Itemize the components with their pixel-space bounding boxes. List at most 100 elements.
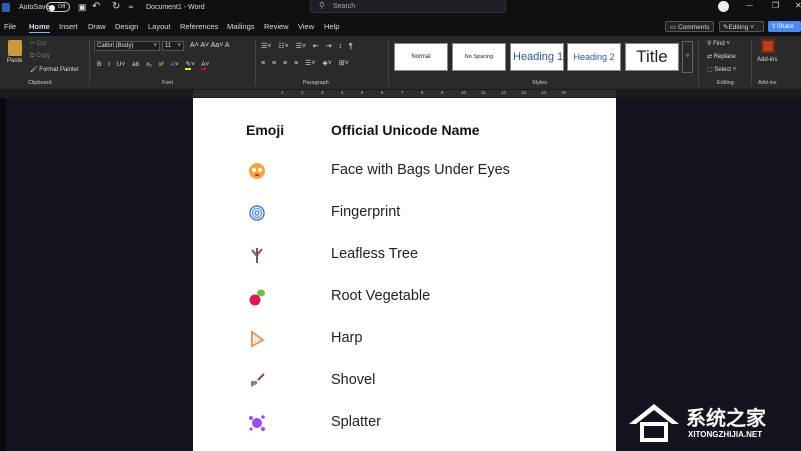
styles-more-button[interactable]: ▿	[682, 41, 693, 73]
font-size-buttons[interactable]: A˄ A˅ Aa˅ A	[190, 42, 230, 49]
restore-icon[interactable]: ❐	[772, 1, 779, 10]
tab-review[interactable]: Review	[264, 22, 289, 31]
splatter-icon	[249, 415, 265, 431]
unicode-name: Fingerprint	[331, 204, 401, 220]
replace-button[interactable]: ⇄ Replace	[707, 53, 736, 60]
ruler-number: 12	[501, 90, 507, 95]
paste-icon[interactable]	[8, 40, 22, 56]
unicode-name: Splatter	[331, 414, 381, 430]
document-page[interactable]: Emoji Official Unicode Name Face with Ba…	[193, 98, 616, 451]
unicode-name: Leafless Tree	[331, 246, 419, 262]
comments-label: Comments	[677, 24, 710, 31]
tab-insert[interactable]: Insert	[59, 22, 78, 31]
search-icon: ⚲	[319, 1, 325, 10]
unicode-name: Root Vegetable	[331, 288, 431, 304]
ribbon: Paste ✂ Cut ⧉ Copy 🖌 Format Painter Clip…	[0, 36, 801, 89]
editing-group-label: Editing	[717, 80, 734, 86]
font-group-label: Font	[162, 80, 174, 86]
header-unicode-name: Official Unicode Name	[331, 122, 480, 138]
cut-button[interactable]: ✂ Cut	[30, 40, 46, 47]
tab-file[interactable]: File	[4, 22, 16, 31]
root-vegetable-icon	[249, 289, 265, 306]
tab-draw[interactable]: Draw	[88, 22, 106, 31]
ruler-number: 7	[401, 90, 404, 95]
save-icon[interactable]: ▣	[78, 2, 87, 13]
ruler-number: 13	[521, 90, 527, 95]
watermark-logo: 系统之家 XITONGZHIJIA.NET	[620, 392, 801, 451]
add-ins-button[interactable]: Add-ins	[757, 57, 777, 63]
redo-icon[interactable]: ↻	[112, 1, 120, 12]
watermark-cn: 系统之家	[686, 408, 766, 430]
share-label: Share	[776, 23, 794, 30]
harp-icon	[251, 330, 265, 348]
style-no-spacing[interactable]: No Spacing	[452, 43, 506, 71]
paragraph-align-buttons[interactable]: ≡ ≡ ≡ ≡ ☰˅ ◈˅ ⊞˅	[261, 59, 349, 67]
copy-button[interactable]: ⧉ Copy	[30, 53, 50, 60]
shovel-icon	[251, 373, 265, 387]
select-button[interactable]: ⬚ Select ˅	[707, 66, 736, 73]
font-name-select[interactable]: Calibri (Body) ˅	[94, 41, 160, 51]
font-format-buttons[interactable]: B I U˅ ab x₂ x² A˅ ✎˅ A˅	[97, 60, 209, 70]
ruler-number: 1	[281, 90, 284, 95]
style-heading-1[interactable]: Heading 1	[510, 43, 564, 71]
undo-icon[interactable]: ↶	[92, 1, 100, 12]
comments-button[interactable]: ▭ Comments	[665, 21, 714, 32]
ribbon-tabs: File Home Insert Draw Design Layout Refe…	[0, 16, 801, 36]
ruler-number: 14	[541, 90, 547, 95]
tab-layout[interactable]: Layout	[148, 22, 171, 31]
paste-button[interactable]: Paste	[7, 58, 22, 64]
vertical-ruler	[0, 98, 6, 451]
autosave-toggle[interactable]: Off	[46, 2, 70, 12]
ruler-track[interactable]: 1 2 3 4 5 6 7 8 9 10 11 12 13 14 15	[193, 90, 616, 97]
table-row: Fingerprint	[193, 204, 616, 224]
unicode-name: Shovel	[331, 372, 376, 388]
add-ins-group-label: Add-ins	[758, 80, 777, 86]
tab-design[interactable]: Design	[115, 22, 138, 31]
ruler-number: 9	[441, 90, 444, 95]
autosave-label: AutoSave	[19, 4, 50, 11]
word-logo-icon	[2, 3, 10, 12]
search-placeholder: Search	[333, 3, 356, 10]
table-row: Root Vegetable	[193, 288, 616, 308]
style-title[interactable]: Title	[625, 43, 679, 71]
minimize-icon[interactable]: —	[746, 2, 753, 9]
table-row: Face with Bags Under Eyes	[193, 162, 616, 182]
tab-home[interactable]: Home	[29, 22, 50, 33]
tab-references[interactable]: References	[180, 22, 218, 31]
ruler-number: 10	[461, 90, 467, 95]
unicode-name: Harp	[331, 330, 363, 346]
house-logo-icon	[629, 404, 679, 442]
ruler-number: 6	[381, 90, 384, 95]
account-avatar[interactable]	[718, 1, 729, 12]
paragraph-group-label: Paragraph	[303, 80, 329, 86]
font-size-select[interactable]: 11 ˅	[162, 41, 184, 51]
find-button[interactable]: ⚲ Find ˅	[707, 40, 730, 47]
style-heading-2[interactable]: Heading 2	[567, 43, 621, 71]
add-ins-icon[interactable]	[761, 39, 775, 53]
toggle-state: Off	[58, 4, 66, 10]
editing-label: Editing	[728, 24, 749, 31]
tab-view[interactable]: View	[298, 22, 314, 31]
face-with-bags-under-eyes-icon	[249, 163, 265, 179]
table-row: Harp	[193, 330, 616, 350]
close-icon[interactable]: ✕	[795, 1, 801, 10]
tab-mailings[interactable]: Mailings	[227, 22, 255, 31]
style-normal[interactable]: Normal	[394, 43, 448, 71]
ruler-number: 3	[321, 90, 324, 95]
document-title: Document1 - Word	[146, 4, 205, 11]
paragraph-list-buttons[interactable]: ☰˅ ☷˅ ☰˅ ⇤ ⇥ ↕ ¶	[261, 42, 353, 50]
share-button[interactable]: ⇪Share	[768, 21, 801, 32]
search-box[interactable]: ⚲ Search	[310, 0, 506, 13]
editing-mode-button[interactable]: ✎Editing ˅	[719, 21, 764, 32]
tab-help[interactable]: Help	[324, 22, 339, 31]
header-emoji: Emoji	[246, 122, 285, 138]
customize-qat-icon[interactable]: ≂	[128, 3, 134, 11]
leafless-tree-icon	[251, 248, 263, 263]
ruler-number: 4	[341, 90, 344, 95]
unicode-name: Face with Bags Under Eyes	[331, 162, 510, 178]
table-row: Shovel	[193, 372, 616, 392]
table-row: Leafless Tree	[193, 246, 616, 266]
ruler-number: 8	[421, 90, 424, 95]
format-painter-button[interactable]: 🖌 Format Painter	[30, 66, 79, 73]
title-bar: AutoSave Off ▣ ↶ ↻ ≂ Document1 - Word ⚲ S…	[0, 0, 801, 16]
